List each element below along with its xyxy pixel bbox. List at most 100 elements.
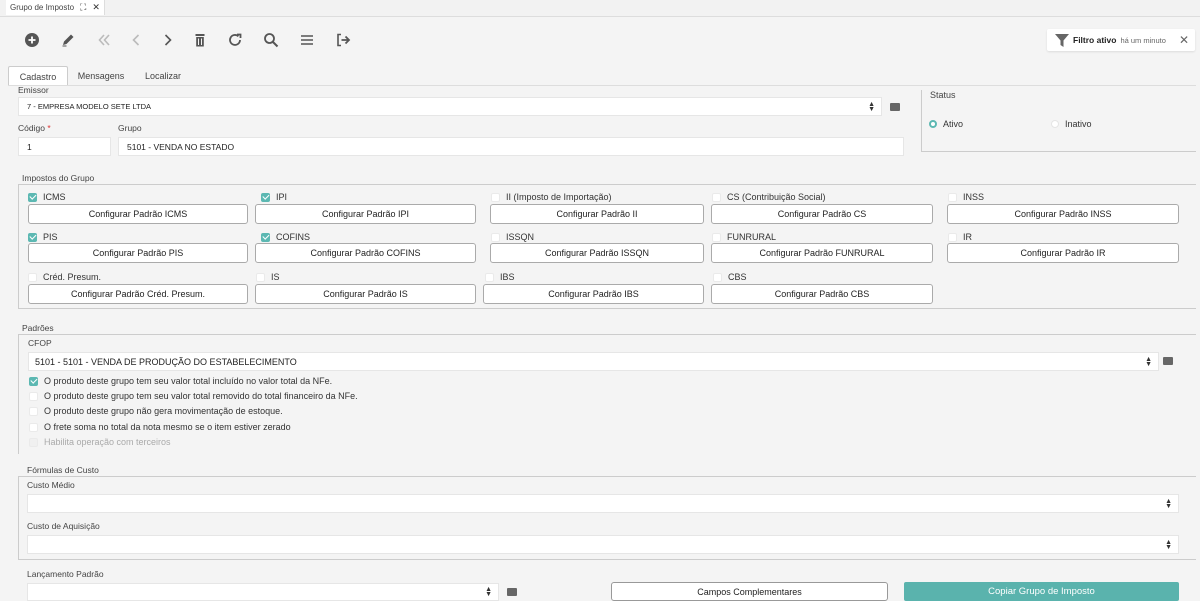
config-pis-button[interactable]: Configurar Padrão PIS (28, 243, 248, 263)
tab-cadastro[interactable]: Cadastro (8, 66, 68, 86)
checkbox-checked-icon (29, 376, 38, 386)
tax-cbs-checkbox[interactable]: CBS (713, 272, 747, 282)
option-estoque-checkbox[interactable]: O produto deste grupo não gera movimenta… (29, 406, 283, 416)
select-arrows-icon: ▲ ▼ (1165, 538, 1172, 551)
option-total-nfe-checkbox[interactable]: O produto deste grupo tem seu valor tota… (29, 376, 332, 386)
config-ipi-button[interactable]: Configurar Padrão IPI (255, 204, 476, 224)
tax-cred-presum-checkbox[interactable]: Créd. Presum. (28, 272, 101, 282)
tax-ibs-checkbox[interactable]: IBS (485, 272, 515, 282)
tax-label: IBS (500, 272, 515, 282)
config-cbs-button[interactable]: Configurar Padrão CBS (711, 284, 933, 304)
custo-aquisicao-select[interactable]: ▲ ▼ (27, 535, 1179, 554)
select-arrows-icon: ▲ ▼ (485, 586, 492, 598)
grupo-label: Grupo (118, 123, 142, 133)
tab-localizar[interactable]: Localizar (136, 66, 190, 85)
option-label: O produto deste grupo não gera movimenta… (44, 406, 283, 416)
maximize-icon[interactable]: ⛶ (80, 2, 86, 13)
document-tab-title: Grupo de Imposto (10, 3, 75, 12)
padroes-section-title: Padrões (22, 323, 54, 333)
tax-label: IR (963, 232, 972, 242)
tax-cofins-checkbox[interactable]: COFINS (261, 232, 310, 242)
campos-complementares-button[interactable]: Campos Complementares (611, 582, 888, 601)
checkbox-unchecked-icon (948, 232, 957, 242)
tab-divider (8, 85, 1196, 86)
checkbox-unchecked-icon (713, 272, 722, 282)
first-record-icon[interactable] (95, 31, 113, 49)
tax-ir-checkbox[interactable]: IR (948, 232, 972, 242)
radio-unselected-icon (1051, 120, 1059, 128)
tax-issqn-checkbox[interactable]: ISSQN (491, 232, 534, 242)
close-icon[interactable]: ✕ (92, 2, 100, 13)
custo-medio-select[interactable]: ▲ ▼ (27, 494, 1179, 513)
menu-icon[interactable] (298, 31, 316, 49)
option-frete-checkbox[interactable]: O frete soma no total da nota mesmo se o… (29, 422, 291, 432)
add-icon[interactable] (23, 31, 41, 49)
grupo-input[interactable]: 5101 - VENDA NO ESTADO (118, 137, 904, 156)
tab-mensagens[interactable]: Mensagens (71, 66, 131, 85)
custo-medio-label: Custo Médio (27, 480, 75, 490)
config-issqn-button[interactable]: Configurar Padrão ISSQN (490, 243, 704, 263)
lancamento-lookup-icon[interactable] (507, 588, 517, 596)
config-icms-button[interactable]: Configurar Padrão ICMS (28, 204, 248, 224)
delete-icon[interactable] (191, 31, 209, 49)
checkbox-checked-icon (28, 192, 37, 202)
copiar-grupo-button[interactable]: Copiar Grupo de Imposto (904, 582, 1179, 601)
tax-funrural-checkbox[interactable]: FUNRURAL (712, 232, 776, 242)
tax-ii-checkbox[interactable]: II (Imposto de Importação) (491, 192, 612, 202)
checkbox-unchecked-icon (28, 272, 37, 282)
config-is-button[interactable]: Configurar Padrão IS (255, 284, 476, 304)
tax-icms-checkbox[interactable]: ICMS (28, 192, 66, 202)
formulas-top-border (18, 476, 1196, 477)
impostos-bottom-border (18, 308, 1196, 309)
config-ir-button[interactable]: Configurar Padrão IR (947, 243, 1179, 263)
config-ibs-button[interactable]: Configurar Padrão IBS (483, 284, 704, 304)
document-tab[interactable]: Grupo de Imposto ⛶ ✕ (6, 0, 105, 15)
config-funrural-button[interactable]: Configurar Padrão FUNRURAL (711, 243, 933, 263)
cfop-lookup-icon[interactable] (1163, 357, 1173, 365)
config-ii-button[interactable]: Configurar Padrão II (490, 204, 704, 224)
tax-inss-checkbox[interactable]: INSS (948, 192, 984, 202)
edit-icon[interactable] (59, 31, 77, 49)
checkbox-unchecked-icon (485, 272, 494, 282)
refresh-icon[interactable] (226, 31, 244, 49)
checkbox-unchecked-icon (256, 272, 265, 282)
option-label: O produto deste grupo tem seu valor tota… (44, 376, 333, 386)
clear-filter-icon[interactable]: ✕ (1179, 33, 1189, 47)
status-ativo-radio[interactable]: Ativo (929, 119, 963, 129)
config-inss-button[interactable]: Configurar Padrão INSS (947, 204, 1179, 224)
tax-is-checkbox[interactable]: IS (256, 272, 280, 282)
checkbox-disabled-icon (29, 437, 38, 447)
codigo-input[interactable]: 1 (18, 137, 111, 156)
tax-ipi-checkbox[interactable]: IPI (261, 192, 287, 202)
padroes-left-border (18, 334, 19, 454)
lancamento-label: Lançamento Padrão (27, 569, 104, 579)
select-arrows-icon: ▲ ▼ (1165, 497, 1172, 510)
document-tab-bar (0, 0, 1200, 17)
exit-icon[interactable] (334, 31, 352, 49)
tax-cs-checkbox[interactable]: CS (Contribuição Social) (712, 192, 826, 202)
config-cofins-button[interactable]: Configurar Padrão COFINS (255, 243, 476, 263)
next-record-icon[interactable] (159, 31, 177, 49)
padroes-top-border (18, 334, 1196, 335)
filter-indicator[interactable]: Filtro ativo há um minuto ✕ (1047, 29, 1195, 51)
previous-record-icon[interactable] (127, 31, 145, 49)
cfop-value: 5101 - 5101 - VENDA DE PRODUÇÃO DO ESTAB… (35, 356, 297, 367)
tax-label: PIS (43, 232, 58, 242)
option-removido-financeiro-checkbox[interactable]: O produto deste grupo tem seu valor tota… (29, 391, 358, 401)
tax-pis-checkbox[interactable]: PIS (28, 232, 58, 242)
cfop-select[interactable]: 5101 - 5101 - VENDA DE PRODUÇÃO DO ESTAB… (28, 352, 1159, 371)
emissor-select[interactable]: 7 - EMPRESA MODELO SETE LTDA ▲ ▼ (18, 97, 882, 116)
lancamento-select[interactable]: ▲ ▼ (27, 583, 499, 601)
impostos-top-border (18, 184, 1196, 185)
emissor-lookup-icon[interactable] (890, 103, 900, 111)
tax-label: CS (Contribuição Social) (727, 192, 826, 202)
config-cs-button[interactable]: Configurar Padrão CS (711, 204, 933, 224)
radio-selected-icon (929, 120, 937, 128)
formulas-section-title: Fórmulas de Custo (27, 465, 99, 475)
status-inativo-radio[interactable]: Inativo (1051, 119, 1092, 129)
tax-label: IPI (276, 192, 288, 202)
search-icon[interactable] (262, 31, 280, 49)
emissor-value: 7 - EMPRESA MODELO SETE LTDA (27, 102, 152, 111)
config-cred-presum-button[interactable]: Configurar Padrão Créd. Presum. (28, 284, 248, 304)
checkbox-unchecked-icon (491, 232, 500, 242)
